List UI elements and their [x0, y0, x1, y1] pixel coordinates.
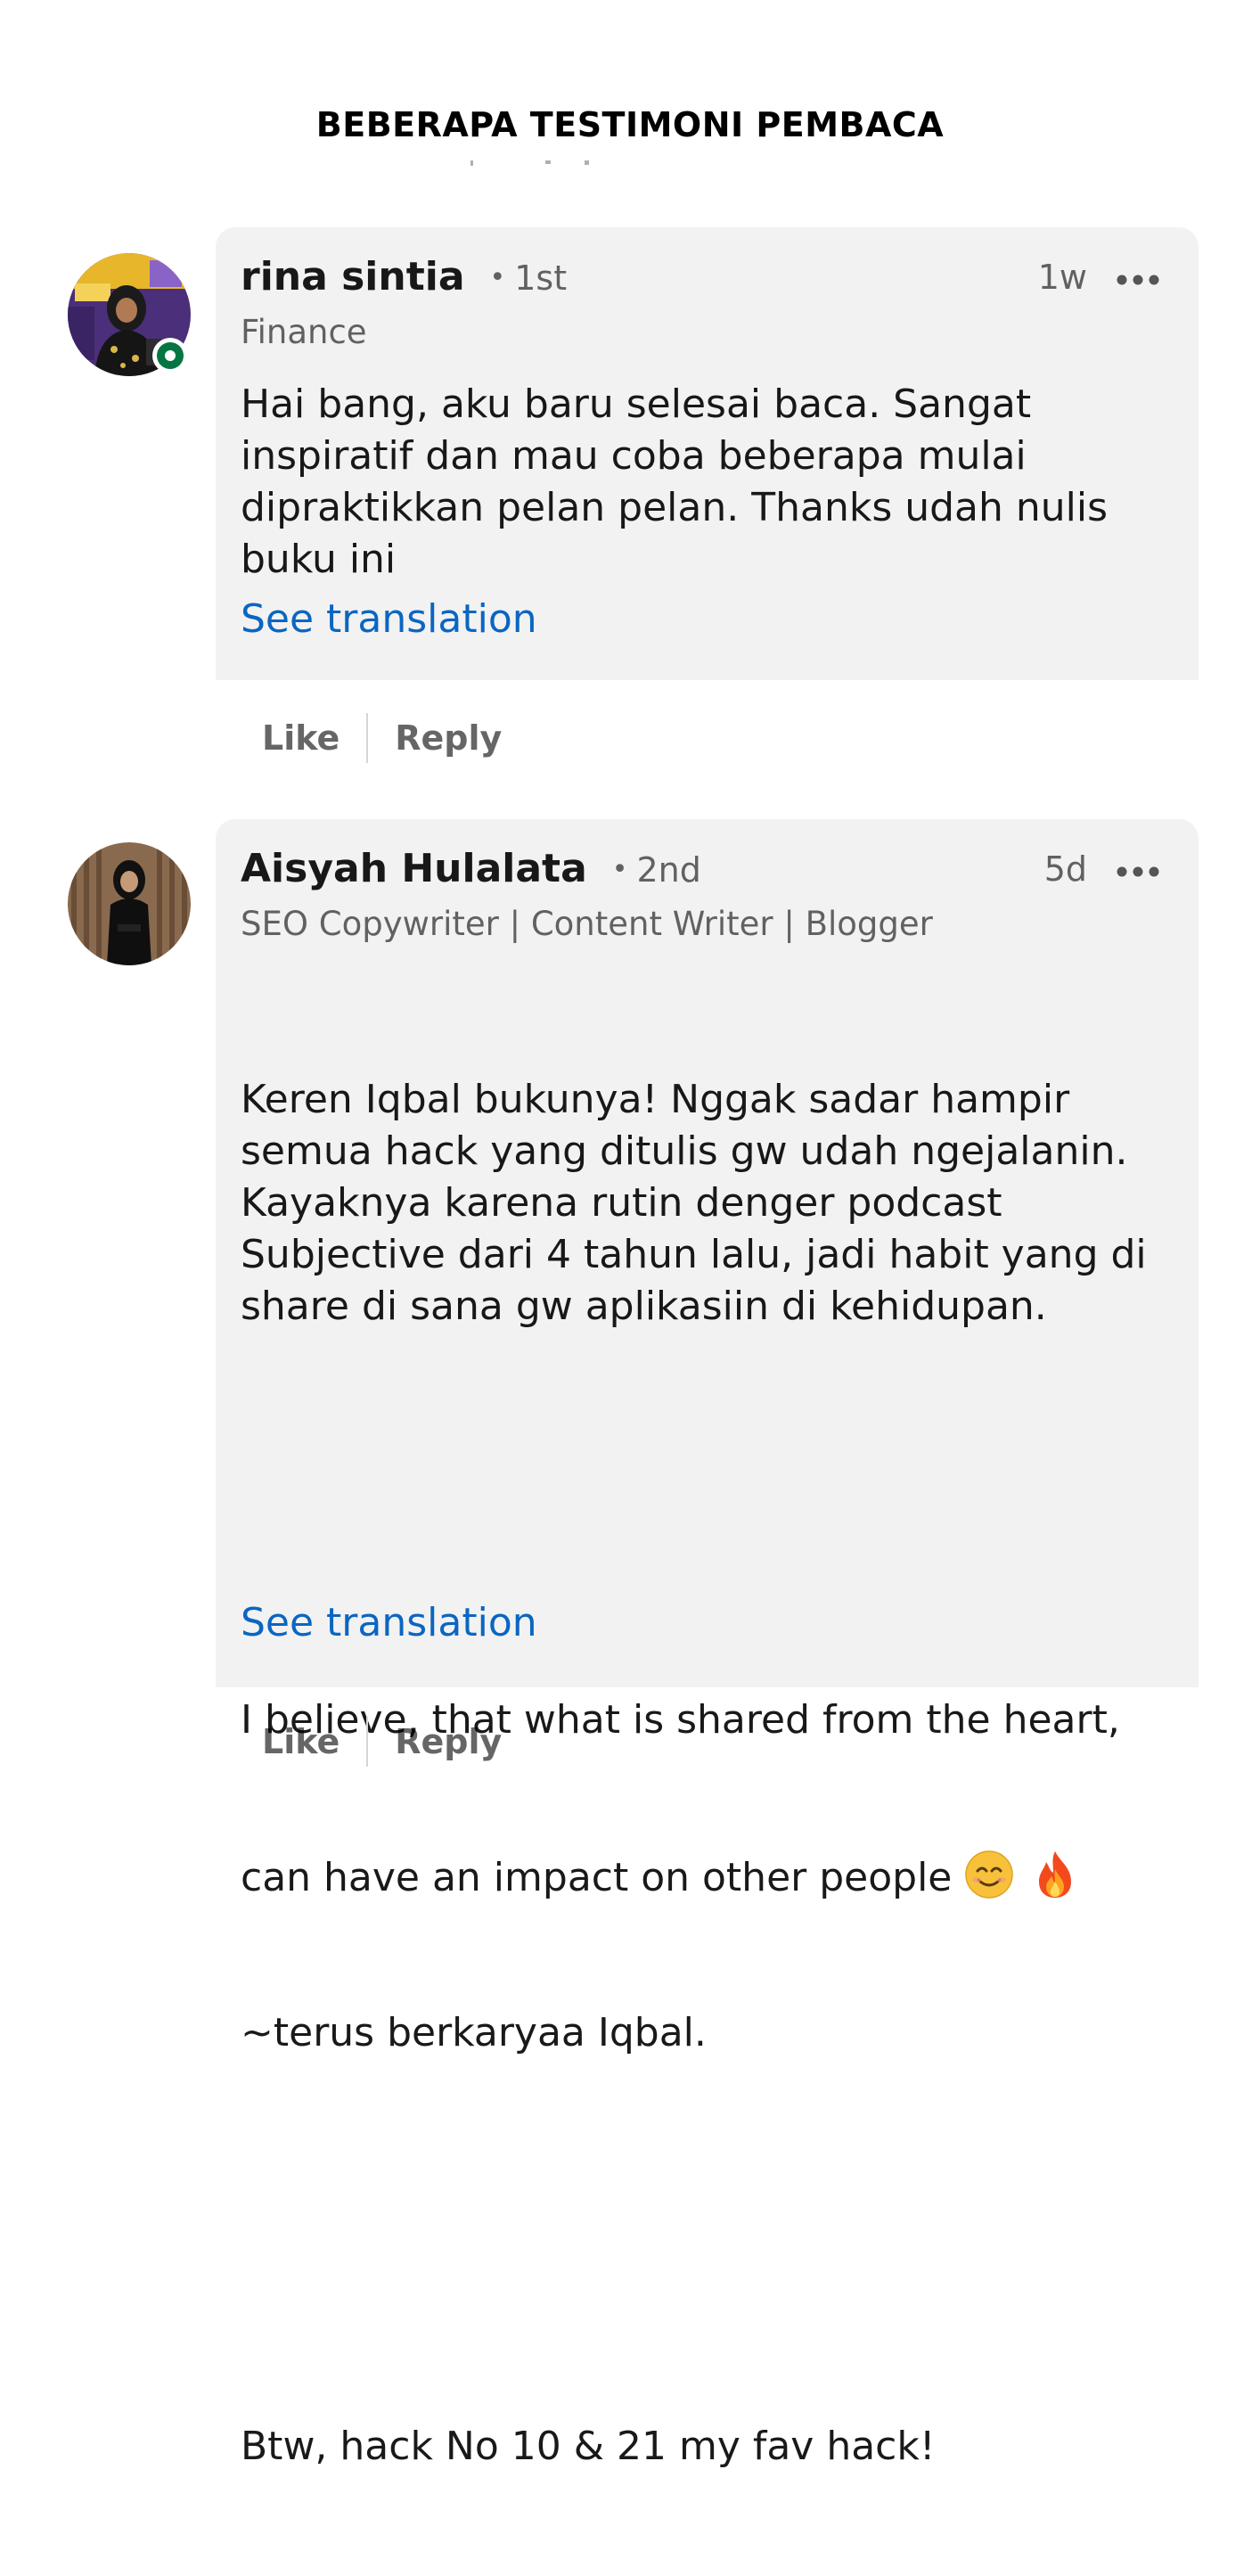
- comment-text: Keren Iqbal bukunya! Nggak sadar hampir …: [241, 971, 1176, 2576]
- see-translation-link[interactable]: See translation: [241, 1600, 537, 1645]
- more-options-icon[interactable]: [1117, 866, 1159, 878]
- comment-line-text: can have an impact on other people: [241, 1855, 953, 1900]
- like-button[interactable]: Like: [242, 718, 359, 758]
- comment-text: Hai bang, aku baru selesai baca. Sangat …: [241, 381, 1109, 582]
- author-headline: SEO Copywriter | Content Writer | Blogge…: [241, 905, 933, 943]
- avatar[interactable]: [68, 253, 191, 376]
- connection-degree: • 1st: [489, 258, 568, 298]
- comment-actions: Like Reply: [242, 713, 521, 763]
- comment-bubble: Aisyah Hulalata • 2nd 5d SEO Copywriter |…: [216, 819, 1199, 2469]
- reply-button[interactable]: Reply: [375, 718, 521, 758]
- author-headline: Finance: [241, 313, 367, 351]
- profile-photo-icon: [68, 842, 191, 965]
- comment-paragraph: Keren Iqbal bukunya! Nggak sadar hampir …: [241, 1077, 1147, 1329]
- comment-timestamp: 5d: [1043, 849, 1087, 889]
- page-title: BEBERAPA TESTIMONI PEMBACA: [315, 105, 945, 144]
- reply-button[interactable]: Reply: [375, 1722, 521, 1761]
- action-divider: [366, 713, 369, 763]
- cropped-content-fragment: [470, 160, 589, 166]
- comment-author-row: rina sintia • 1st: [241, 254, 567, 299]
- comment-paragraph: Btw, hack No 10 & 21 my fav hack!: [241, 2424, 936, 2469]
- author-name[interactable]: rina sintia: [241, 254, 465, 299]
- see-translation-link[interactable]: See translation: [241, 596, 537, 642]
- connection-degree-label: 2nd: [636, 850, 701, 890]
- comment-line: ~terus berkaryaa Iqbal.: [241, 2010, 707, 2055]
- comment-line: can have an impact on other people: [241, 1850, 1176, 1904]
- avatar[interactable]: [68, 842, 191, 965]
- fire-emoji-icon: [1039, 1851, 1072, 1898]
- connection-degree: • 2nd: [611, 850, 701, 890]
- online-status-icon: [152, 338, 188, 373]
- comment-paragraph: I believe, that what is shared from the …: [241, 1591, 1176, 2162]
- more-options-icon[interactable]: [1117, 274, 1159, 286]
- author-name[interactable]: Aisyah Hulalata: [241, 846, 587, 891]
- comment-bubble: rina sintia • 1st 1w Finance Hai bang, ak…: [216, 227, 1199, 680]
- like-button[interactable]: Like: [242, 1722, 359, 1761]
- comment-timestamp: 1w: [1037, 258, 1087, 297]
- action-divider: [366, 1717, 369, 1767]
- comment-actions: Like Reply: [242, 1717, 521, 1767]
- comment-author-row: Aisyah Hulalata • 2nd: [241, 846, 701, 891]
- smiling-face-emoji-icon: [965, 1850, 1014, 1899]
- connection-degree-label: 1st: [514, 258, 568, 298]
